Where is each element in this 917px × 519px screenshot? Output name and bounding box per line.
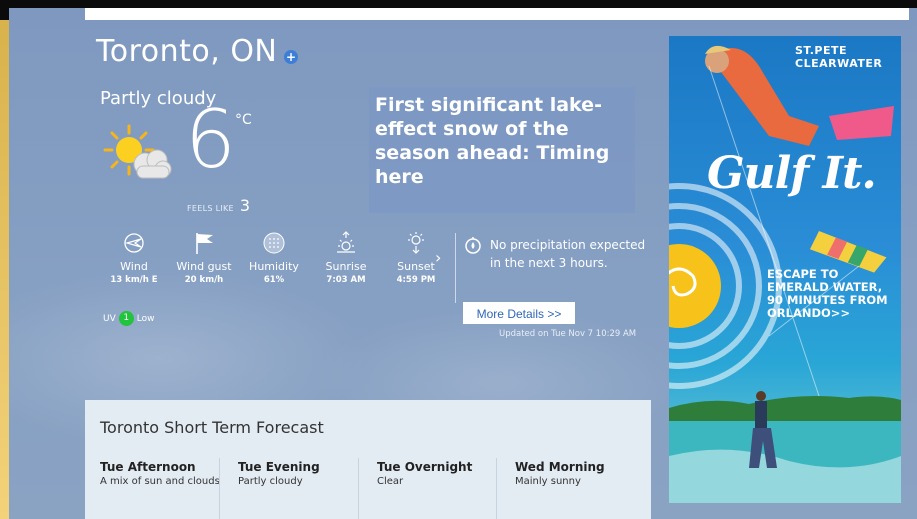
edge-strip — [0, 20, 9, 519]
sunrise-icon — [337, 231, 355, 253]
forecast-period[interactable]: Tue Overnight Clear — [377, 460, 515, 519]
updated-timestamp: Updated on Tue Nov 7 10:29 AM — [499, 329, 637, 339]
forecast-title: Toronto Short Term Forecast — [100, 418, 324, 437]
metric-label: Wind — [120, 260, 148, 273]
weather-page: Toronto, ON + Partly cloudy 6 °C FEELS L… — [9, 8, 917, 519]
temperature-unit: °C — [235, 112, 252, 128]
advertisement[interactable]: ST.PETE CLEARWATER Gulf It. ESCAPE TO EM… — [669, 36, 901, 503]
forecast-period-name: Wed Morning — [515, 460, 605, 474]
add-location-icon[interactable]: + — [284, 50, 298, 64]
divider — [358, 458, 359, 519]
forecast-period[interactable]: Tue Afternoon A mix of sun and clouds — [100, 460, 238, 519]
metric-wind: Wind 13 km/h E — [99, 230, 169, 285]
feels-like-label: FEELS LIKE — [187, 204, 234, 213]
metric-sunrise: Sunrise 7:03 AM — [311, 230, 381, 285]
more-details-button[interactable]: More Details >> — [463, 302, 575, 324]
metric-value: 20 km/h — [184, 275, 224, 285]
sunset-icon — [408, 232, 424, 254]
metric-value: 61% — [263, 275, 285, 285]
uv-label: UV — [103, 314, 116, 324]
humidity-icon — [263, 232, 285, 254]
news-headline[interactable]: First significant lake-effect snow of th… — [375, 93, 625, 189]
chevron-right-icon[interactable]: › — [435, 248, 441, 267]
top-bar — [85, 8, 909, 20]
feels-like: FEELS LIKE 3 — [187, 196, 250, 215]
divider — [455, 233, 456, 303]
metric-value: 7:03 AM — [326, 275, 366, 285]
timer-icon — [465, 237, 481, 254]
city-title: Toronto, ON — [96, 34, 278, 69]
metric-label: Humidity — [249, 260, 299, 273]
news-card[interactable]: First significant lake-effect snow of th… — [369, 87, 635, 213]
forecast-period-desc: Partly cloudy — [238, 476, 303, 487]
precip-message: No precipitation expected in the next 3 … — [490, 238, 646, 270]
ad-brand: ST.PETE CLEARWATER — [795, 44, 882, 70]
metric-value: 13 km/h E — [110, 275, 158, 285]
forecast-period-name: Tue Overnight — [377, 460, 473, 474]
uv-level: Low — [136, 314, 155, 324]
metric-humidity: Humidity 61% — [239, 230, 309, 285]
forecast-period[interactable]: Wed Morning Mainly sunny — [515, 460, 653, 519]
uv-badge: 1 — [118, 311, 134, 326]
ad-headline: Gulf It. — [707, 148, 877, 199]
wind-icon — [124, 233, 144, 253]
metric-wind-gust: Wind gust 20 km/h — [169, 230, 239, 285]
metric-label: Wind gust — [176, 260, 232, 273]
forecast-period-desc: Clear — [377, 476, 404, 487]
forecast-period-name: Tue Evening — [238, 460, 320, 474]
flag-icon — [196, 233, 213, 254]
current-temperature: 6 — [185, 93, 236, 186]
forecast-period[interactable]: Tue Evening Partly cloudy — [238, 460, 376, 519]
forecast-period-name: Tue Afternoon — [100, 460, 196, 474]
ad-brand-line: ST.PETE — [795, 44, 848, 57]
metric-label: Sunrise — [325, 260, 367, 273]
uv-index: UV 1 Low — [103, 311, 154, 326]
ad-brand-line: CLEARWATER — [795, 57, 883, 70]
forecast-period-desc: Mainly sunny — [515, 476, 581, 487]
metric-value: 4:59 PM — [396, 275, 436, 285]
partly-cloudy-icon — [103, 124, 172, 179]
forecast-period-desc: A mix of sun and clouds — [100, 476, 220, 487]
feels-like-value: 3 — [239, 196, 251, 215]
ad-subtext[interactable]: ESCAPE TO EMERALD WATER, 90 MINUTES FROM… — [767, 268, 899, 320]
metrics-row: Wind 13 km/h E Wind gust 20 km/h Humidit… — [99, 230, 459, 300]
divider — [219, 458, 220, 519]
short-term-forecast: Toronto Short Term Forecast Tue Afternoo… — [85, 400, 651, 519]
divider — [496, 458, 497, 519]
